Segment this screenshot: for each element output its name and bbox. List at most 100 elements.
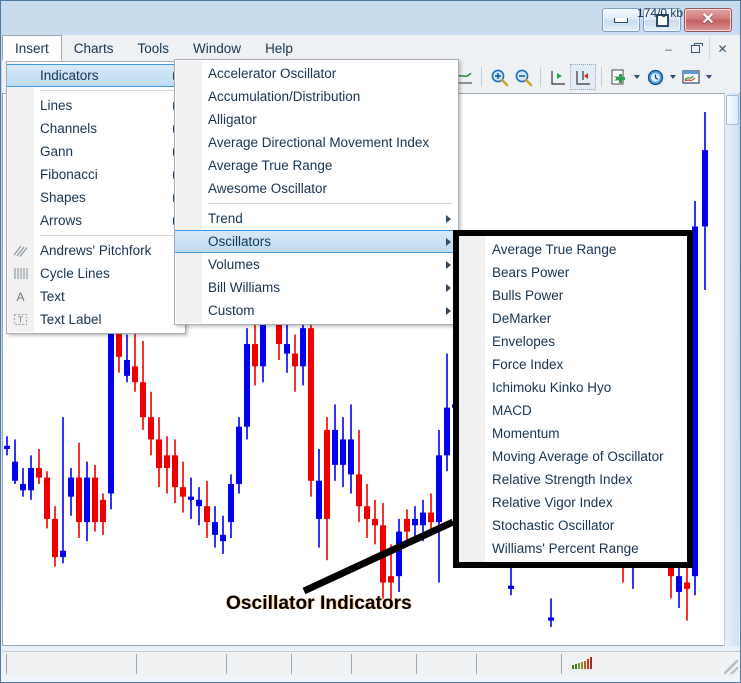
menu-item-gann[interactable]: Gann xyxy=(7,140,185,163)
templates-button[interactable] xyxy=(679,65,703,89)
menu-item-relative-vigor-index-label: Relative Vigor Index xyxy=(492,495,613,510)
menu-item-macd[interactable]: MACD xyxy=(459,399,687,422)
zoom-out-button[interactable] xyxy=(511,65,535,89)
menubar-item-window-label: Window xyxy=(193,40,242,56)
auto-scroll-button[interactable] xyxy=(570,64,596,90)
chart-vertical-scrollbar[interactable] xyxy=(724,93,739,646)
menu-item-bulls-power[interactable]: Bulls Power xyxy=(459,284,687,307)
status-cell xyxy=(351,654,417,674)
menu-item-ichimoku-kinko-hyo-label: Ichimoku Kinko Hyo xyxy=(492,380,612,395)
chart-shift-icon xyxy=(550,70,565,85)
menu-item-accumulation-distribution[interactable]: Accumulation/Distribution xyxy=(175,85,458,108)
zoom-in-button[interactable] xyxy=(487,65,511,89)
zoom-in-icon xyxy=(491,69,508,86)
mdi-window-controls: – ✕ xyxy=(655,37,736,60)
template-icon xyxy=(682,70,700,84)
menu-item-awesome-oscillator[interactable]: Awesome Oscillator xyxy=(175,177,458,200)
menu-item-williams-percent-range-label: Williams' Percent Range xyxy=(492,541,639,556)
timeframe-dropdown[interactable] xyxy=(667,75,679,79)
menu-item-text[interactable]: A Text xyxy=(7,285,185,308)
menu-item-envelopes[interactable]: Envelopes xyxy=(459,330,687,353)
minimize-button[interactable] xyxy=(602,8,640,32)
text-icon: A xyxy=(16,289,25,304)
menu-item-momentum[interactable]: Momentum xyxy=(459,422,687,445)
menu-item-stochastic-oscillator[interactable]: Stochastic Oscillator xyxy=(459,514,687,537)
menubar-item-tools[interactable]: Tools xyxy=(126,35,182,61)
menu-item-demarker[interactable]: DeMarker xyxy=(459,307,687,330)
menu-item-andrews-pitchfork-label: Andrews' Pitchfork xyxy=(40,243,152,258)
connection-strength-icon xyxy=(572,656,593,669)
oscillators-submenu[interactable]: Average True Range Bears Power Bulls Pow… xyxy=(453,230,693,568)
menu-item-oscillators[interactable]: Oscillators xyxy=(175,230,458,253)
menu-item-envelopes-label: Envelopes xyxy=(492,334,556,349)
menu-item-moving-average-of-oscillator[interactable]: Moving Average of Oscillator xyxy=(459,445,687,468)
menubar-item-tools-label: Tools xyxy=(137,40,170,56)
indicators-submenu[interactable]: Accelerator Oscillator Accumulation/Dist… xyxy=(174,59,459,325)
chart-shift-button[interactable] xyxy=(546,65,570,89)
mdi-close-icon: ✕ xyxy=(717,41,728,56)
chevron-right-icon xyxy=(446,306,451,315)
menu-item-average-true-range-label: Average True Range xyxy=(208,158,333,173)
menu-item-shapes-label: Shapes xyxy=(40,190,86,205)
menubar-item-window[interactable]: Window xyxy=(181,35,253,61)
menubar-item-charts-label: Charts xyxy=(73,40,114,56)
menu-item-gann-label: Gann xyxy=(40,144,74,159)
menu-item-shapes[interactable]: Shapes xyxy=(7,186,185,209)
mdi-minimize-icon: – xyxy=(665,41,672,56)
menubar-item-insert[interactable]: Insert xyxy=(2,35,62,61)
menu-item-lines[interactable]: Lines xyxy=(7,94,185,117)
menu-separator xyxy=(40,235,179,236)
menu-item-bill-williams-label: Bill Williams xyxy=(208,280,280,295)
menu-item-accumulation-distribution-label: Accumulation/Distribution xyxy=(208,89,361,104)
insert-menu[interactable]: Indicators Lines Channels Gann Fibonacci… xyxy=(6,61,186,334)
menu-item-average-true-range[interactable]: Average True Range xyxy=(459,238,687,261)
mdi-close-button[interactable]: ✕ xyxy=(709,37,736,60)
menu-item-momentum-label: Momentum xyxy=(492,426,560,441)
menu-item-average-directional-movement-index-label: Average Directional Movement Index xyxy=(208,135,430,150)
menu-item-accelerator-oscillator[interactable]: Accelerator Oscillator xyxy=(175,62,458,85)
templates-dropdown[interactable] xyxy=(703,75,715,79)
toolbar-separator xyxy=(540,67,541,87)
menu-item-relative-strength-index[interactable]: Relative Strength Index xyxy=(459,468,687,491)
menu-item-ichimoku-kinko-hyo[interactable]: Ichimoku Kinko Hyo xyxy=(459,376,687,399)
new-chart-dropdown[interactable] xyxy=(631,75,643,79)
chevron-right-icon xyxy=(446,260,451,269)
resize-grip[interactable] xyxy=(724,660,738,674)
menubar-item-help-label: Help xyxy=(265,40,293,56)
chevron-right-icon xyxy=(446,237,451,246)
menu-item-text-label[interactable]: T Text Label xyxy=(7,308,185,331)
menubar-item-charts[interactable]: Charts xyxy=(62,35,126,61)
menu-item-bears-power[interactable]: Bears Power xyxy=(459,261,687,284)
mdi-minimize-button[interactable]: – xyxy=(655,37,682,60)
menu-item-channels[interactable]: Channels xyxy=(7,117,185,140)
menu-item-oscillators-label: Oscillators xyxy=(208,234,272,249)
menu-item-force-index[interactable]: Force Index xyxy=(459,353,687,376)
menu-item-williams-percent-range[interactable]: Williams' Percent Range xyxy=(459,537,687,560)
menu-item-average-true-range-label: Average True Range xyxy=(492,242,617,257)
scrollbar-thumb[interactable] xyxy=(726,95,739,125)
menu-item-trend[interactable]: Trend xyxy=(175,207,458,230)
menu-item-cycle-lines-label: Cycle Lines xyxy=(40,266,110,281)
menubar-item-help[interactable]: Help xyxy=(253,35,305,61)
new-chart-button[interactable] xyxy=(607,65,631,89)
menu-item-alligator[interactable]: Alligator xyxy=(175,108,458,131)
menu-item-fibonacci-label: Fibonacci xyxy=(40,167,98,182)
menu-item-volumes[interactable]: Volumes xyxy=(175,253,458,276)
timeframe-button[interactable] xyxy=(643,65,667,89)
menu-item-fibonacci[interactable]: Fibonacci xyxy=(7,163,185,186)
menu-item-average-true-range[interactable]: Average True Range xyxy=(175,154,458,177)
menu-item-cycle-lines[interactable]: Cycle Lines xyxy=(7,262,185,285)
menu-item-relative-vigor-index[interactable]: Relative Vigor Index xyxy=(459,491,687,514)
menu-item-indicators[interactable]: Indicators xyxy=(7,64,185,87)
menu-item-arrows[interactable]: Arrows xyxy=(7,209,185,232)
menu-item-average-directional-movement-index[interactable]: Average Directional Movement Index xyxy=(175,131,458,154)
close-button[interactable]: ✕ xyxy=(684,8,732,32)
menu-item-alligator-label: Alligator xyxy=(208,112,257,127)
menubar-item-insert-label: Insert xyxy=(15,40,49,56)
menu-item-bill-williams[interactable]: Bill Williams xyxy=(175,276,458,299)
mdi-restore-button[interactable] xyxy=(682,37,709,60)
cycle-lines-icon xyxy=(12,266,29,282)
menu-item-custom[interactable]: Custom xyxy=(175,299,458,322)
menu-item-andrews-pitchfork[interactable]: Andrews' Pitchfork xyxy=(7,239,185,262)
menu-item-stochastic-oscillator-label: Stochastic Oscillator xyxy=(492,518,615,533)
